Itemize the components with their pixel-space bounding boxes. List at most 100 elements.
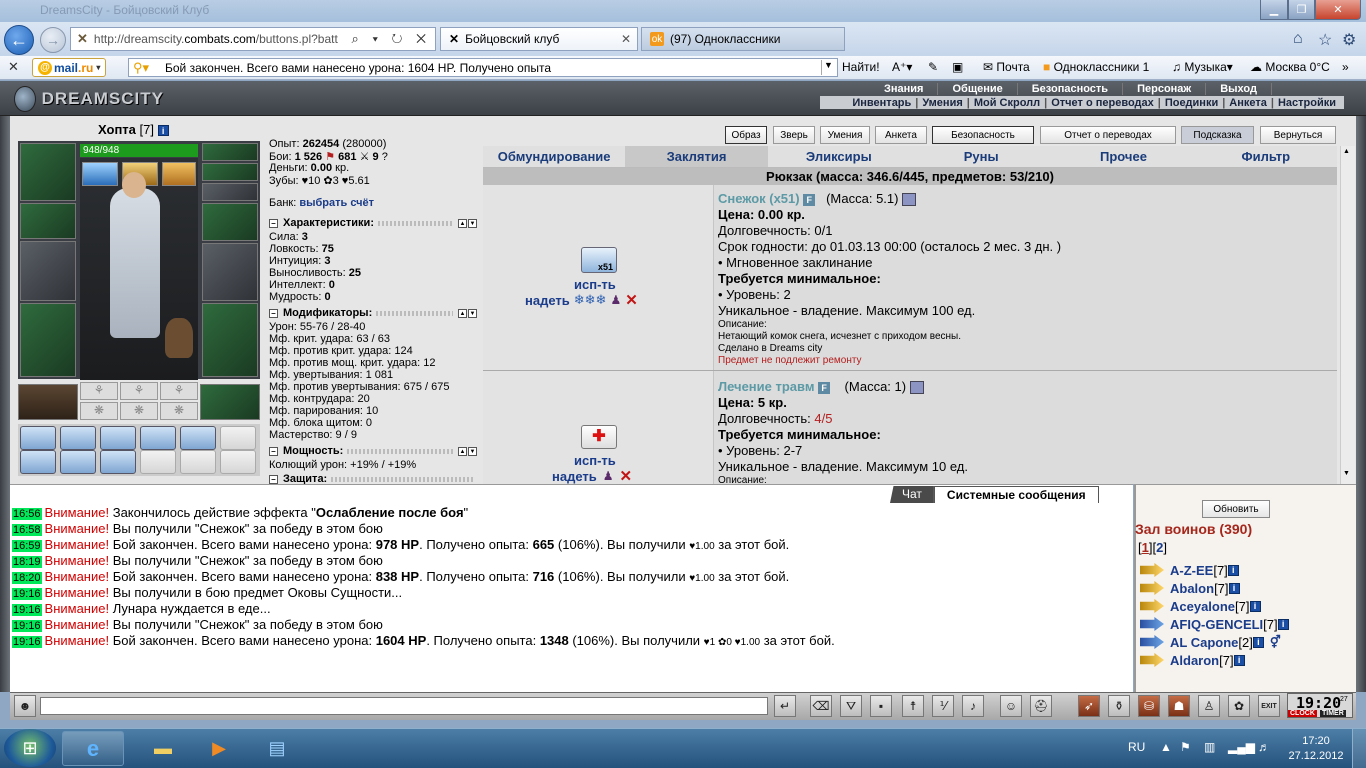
submenu-fights[interactable]: Поединки xyxy=(1161,97,1222,109)
armor-slot[interactable] xyxy=(20,303,76,377)
flag-icon[interactable]: ⚑ xyxy=(1180,740,1191,754)
snowflake-icon[interactable]: ❄❄❄ xyxy=(574,292,607,308)
empty-scroll-icon[interactable] xyxy=(140,450,176,474)
submenu-my-scroll[interactable]: Мой Скролл xyxy=(970,97,1044,109)
info-icon[interactable]: i xyxy=(1277,618,1289,630)
bottle-icon[interactable]: ⚱ xyxy=(1108,695,1130,717)
empty-scroll-icon[interactable] xyxy=(220,450,256,474)
player-row[interactable]: AL Capone [2] i ⚥ xyxy=(1140,633,1281,651)
system-clock[interactable]: 17:20 27.12.2012 xyxy=(1288,734,1344,764)
snowball-scroll-icon[interactable] xyxy=(20,426,56,450)
menu-exit[interactable]: Выход xyxy=(1206,83,1272,95)
menu-security[interactable]: Безопасность xyxy=(1018,83,1124,95)
toolbar-odnoklassniki[interactable]: ■ Одноклассники 1 xyxy=(1043,60,1149,74)
earrings-slot[interactable] xyxy=(202,143,258,161)
toolbar-search-input[interactable]: ⚲▾ Бой закончен. Всего вами нанесено уро… xyxy=(128,58,838,77)
address-bar-icons[interactable]: ⌕ ▾ ↻ ✕ xyxy=(352,31,431,47)
player-row[interactable]: Abalon [7] i xyxy=(1140,579,1240,597)
image-button[interactable]: Образ xyxy=(725,126,767,144)
toolbar-more-icon[interactable]: » xyxy=(1342,60,1349,74)
info-icon[interactable]: i xyxy=(1252,636,1264,648)
screen-icon[interactable]: ▣ xyxy=(952,60,963,74)
snowball-scroll-icon[interactable] xyxy=(60,426,96,450)
page-1-link[interactable]: 1 xyxy=(1142,540,1149,555)
smile-head-icon[interactable]: ☻ xyxy=(14,695,36,717)
chest-icon[interactable]: ⛁ xyxy=(1138,695,1160,717)
chevron-down-icon[interactable]: ▼ xyxy=(821,60,835,75)
beast-button[interactable]: Зверь xyxy=(773,126,815,144)
bracers-slot[interactable] xyxy=(20,203,76,239)
toolbar-music[interactable]: ♫ Музыка▾ xyxy=(1172,60,1233,74)
eraser-icon[interactable]: ⌫ xyxy=(810,695,832,717)
empty-slot-icon[interactable]: ⚘ xyxy=(160,382,198,400)
menu-communication[interactable]: Общение xyxy=(938,83,1018,95)
submenu-profile[interactable]: Анкета xyxy=(1225,97,1271,109)
tab-fight-club[interactable]: ✕ Бойцовский клуб ✕ xyxy=(440,27,638,51)
info-icon[interactable]: i xyxy=(157,125,169,137)
gear-icon[interactable]: ⚙ xyxy=(1342,30,1356,50)
empty-slot-icon[interactable]: ⚘ xyxy=(80,382,118,400)
close-window-button[interactable]: ✕ xyxy=(1315,0,1361,20)
mailru-logo[interactable]: @ mail.ru ▾ xyxy=(32,58,107,77)
snow-effect-icon[interactable] xyxy=(82,162,118,186)
tray-arrow-icon[interactable]: ▲ xyxy=(1160,740,1172,754)
snowball-scroll-icon[interactable] xyxy=(60,450,96,474)
signal-icon[interactable]: ▂▄▆ xyxy=(1228,740,1255,754)
gloves-slot[interactable] xyxy=(202,203,258,241)
section-defense[interactable]: – Защита: xyxy=(269,474,477,484)
tab-system-messages[interactable]: Системные сообщения xyxy=(933,486,1099,503)
star-icon[interactable]: ☆ xyxy=(1318,30,1332,50)
tab-equipment[interactable]: Обмундирование xyxy=(483,146,625,167)
character-icon[interactable]: ♙ xyxy=(1198,695,1220,717)
item-name[interactable]: Лечение травм xyxy=(718,379,814,394)
player-row[interactable]: A-Z-EE [7] i xyxy=(1140,561,1239,579)
address-bar[interactable]: ✕ http://dreamscity. combats.com/buttons.… xyxy=(70,27,436,51)
empty-scroll-icon[interactable] xyxy=(180,450,216,474)
rings-slot[interactable] xyxy=(202,183,258,201)
empty-slot-icon[interactable]: ⚘ xyxy=(120,382,158,400)
back-button[interactable]: ← xyxy=(4,25,34,55)
item-name[interactable]: Снежок (x51) xyxy=(718,191,800,206)
emoticons-icon[interactable]: ☺ xyxy=(1000,695,1022,717)
walk-icon[interactable]: ☨ xyxy=(902,695,924,717)
chat-input[interactable] xyxy=(40,697,768,715)
media-taskbar-icon[interactable]: ▶ xyxy=(188,731,250,766)
network-icon[interactable]: ▥ xyxy=(1204,740,1215,754)
toolbar-weather[interactable]: ☁ Москва 0°C xyxy=(1250,60,1330,74)
player-row[interactable]: Aldaron [7] i xyxy=(1140,651,1245,669)
use-link[interactable]: исп-ть xyxy=(574,277,616,292)
save-icon[interactable]: ▪ xyxy=(870,695,892,717)
volume-icon[interactable]: ♬ xyxy=(1258,740,1270,754)
paw-icon[interactable]: ✿ xyxy=(1228,695,1250,717)
return-button[interactable]: Вернуться xyxy=(1260,126,1336,144)
helmet-slot[interactable] xyxy=(20,143,76,201)
pet-cat[interactable] xyxy=(165,318,193,358)
hint-button[interactable]: Подсказка xyxy=(1181,126,1254,144)
start-button[interactable]: ⊞ xyxy=(4,729,56,767)
explorer-taskbar-icon[interactable]: ▬ xyxy=(132,731,194,766)
sound-icon[interactable]: ♪ xyxy=(962,695,984,717)
private-icon[interactable]: ⅟ xyxy=(932,695,954,717)
home-icon[interactable]: ⌂ xyxy=(1293,30,1303,48)
delete-icon[interactable]: ✕ xyxy=(625,291,638,309)
shirt-icon[interactable]: ♟ xyxy=(610,293,621,307)
profile-button[interactable]: Анкета xyxy=(875,126,927,144)
weapon-slot[interactable] xyxy=(20,241,76,301)
transfers-report-button[interactable]: Отчет о переводах xyxy=(1040,126,1176,144)
submenu-settings[interactable]: Настройки xyxy=(1274,97,1340,109)
amulet-slot[interactable] xyxy=(202,163,258,181)
ie-taskbar-icon[interactable]: e xyxy=(62,731,124,766)
inventory-scrollbar[interactable]: ▲ ▼ xyxy=(1340,146,1355,484)
snowball-scroll-icon[interactable] xyxy=(100,450,136,474)
section-power[interactable]: – Мощность: ▲ ▼ xyxy=(269,445,477,457)
tab-elixirs[interactable]: Эликсиры xyxy=(768,146,910,167)
tab-chat[interactable]: Чат xyxy=(890,486,934,503)
player-row[interactable]: AFIQ-GENCELI [7] i xyxy=(1140,615,1289,633)
empty-scroll-icon[interactable] xyxy=(220,426,256,450)
submenu-transfers[interactable]: Отчет о переводах xyxy=(1047,97,1158,109)
section-modifiers[interactable]: – Модификаторы: ▲ ▼ xyxy=(269,307,477,319)
info-icon[interactable]: i xyxy=(1228,582,1240,594)
use-link[interactable]: исп-ть xyxy=(574,453,616,468)
mask-icon[interactable]: ☗ xyxy=(1168,695,1190,717)
empty-slot-icon[interactable]: ❋ xyxy=(120,402,158,420)
